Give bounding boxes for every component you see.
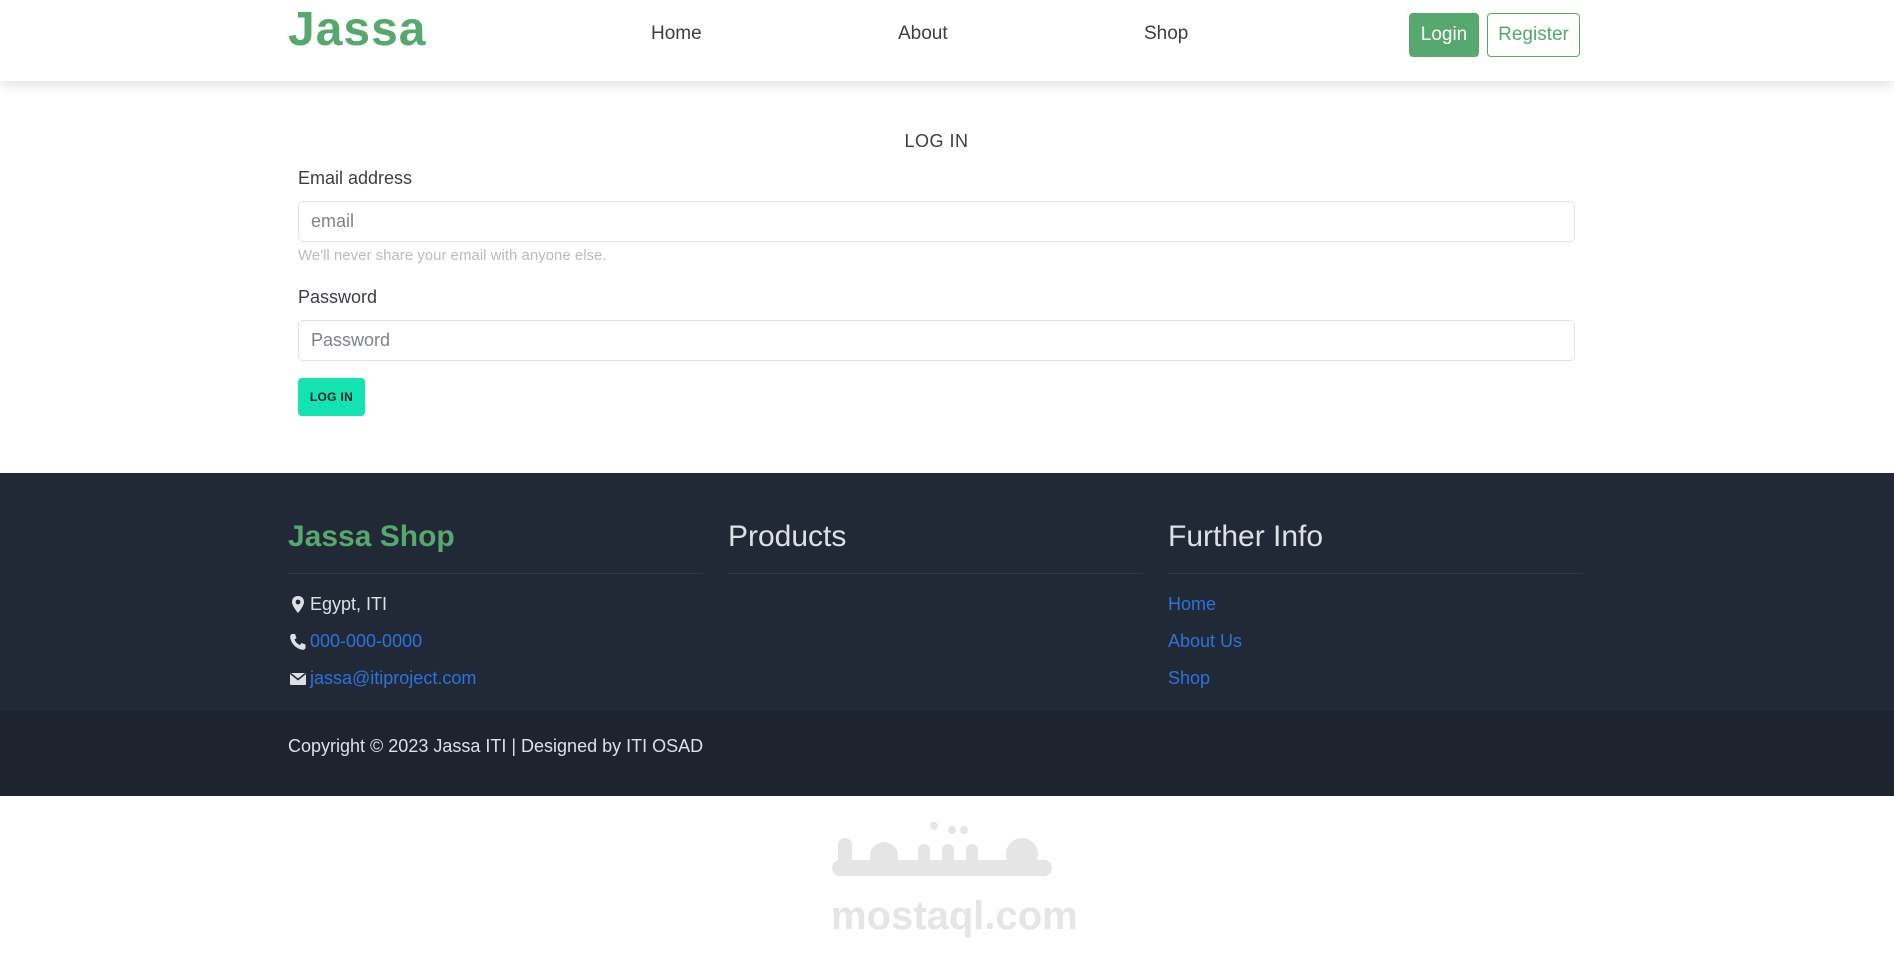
watermark-logo: mostaql.com [822,818,1078,938]
footer-link-shop[interactable]: Shop [1168,668,1210,689]
nav-link-shop[interactable]: Shop [1144,23,1188,45]
envelope-icon [288,669,310,689]
password-input[interactable] [298,320,1575,361]
login-form: LOG IN Email address We'll never share y… [298,81,1575,473]
footer-email: jassa@itiproject.com [288,668,476,689]
email-input[interactable] [298,201,1575,242]
footer-brand-heading: Jassa Shop [288,520,455,553]
navbar: Jassa Home About Shop Login Register [0,0,1894,81]
register-button[interactable]: Register [1487,13,1580,57]
email-help-text: We'll never share your email with anyone… [298,247,607,264]
email-label: Email address [298,168,413,188]
form-title: LOG IN [904,131,969,151]
footer-link-about-us[interactable]: About Us [1168,631,1242,652]
footer-products-heading: Products [728,520,847,553]
watermark-arabic-glyph [832,822,1052,876]
footer-phone: 000-000-0000 [288,631,422,652]
footer: Jassa Shop Egypt, ITI 000-000-0000 jassa… [0,473,1894,711]
footer-divider [288,573,703,574]
footer-info-heading: Further Info [1168,520,1324,553]
footer-link-home[interactable]: Home [1168,594,1216,615]
login-button[interactable]: Login [1409,13,1479,57]
footer-info-item: Home [1168,594,1216,615]
nav-link-about[interactable]: About [898,23,948,45]
phone-icon [288,632,310,652]
footer-info-item: About Us [1168,631,1242,652]
nav-link-home[interactable]: Home [651,23,702,45]
footer-info-item: Shop [1168,668,1210,689]
copyright-text: Copyright © 2023 Jassa ITI | Designed by… [288,736,704,756]
login-submit-button[interactable]: LOG IN [298,378,365,416]
footer-divider [728,573,1143,574]
footer-divider [1168,573,1583,574]
copyright-bar: Copyright © 2023 Jassa ITI | Designed by… [0,711,1894,796]
footer-phone-link[interactable]: 000-000-0000 [310,631,422,652]
watermark-text: mostaql.com [831,894,1078,938]
brand-logo[interactable]: Jassa [288,2,426,57]
map-marker-icon [288,595,310,615]
footer-address-text: Egypt, ITI [310,594,388,614]
footer-email-link[interactable]: jassa@itiproject.com [310,668,476,689]
footer-address: Egypt, ITI [288,594,387,615]
password-label: Password [298,287,378,307]
